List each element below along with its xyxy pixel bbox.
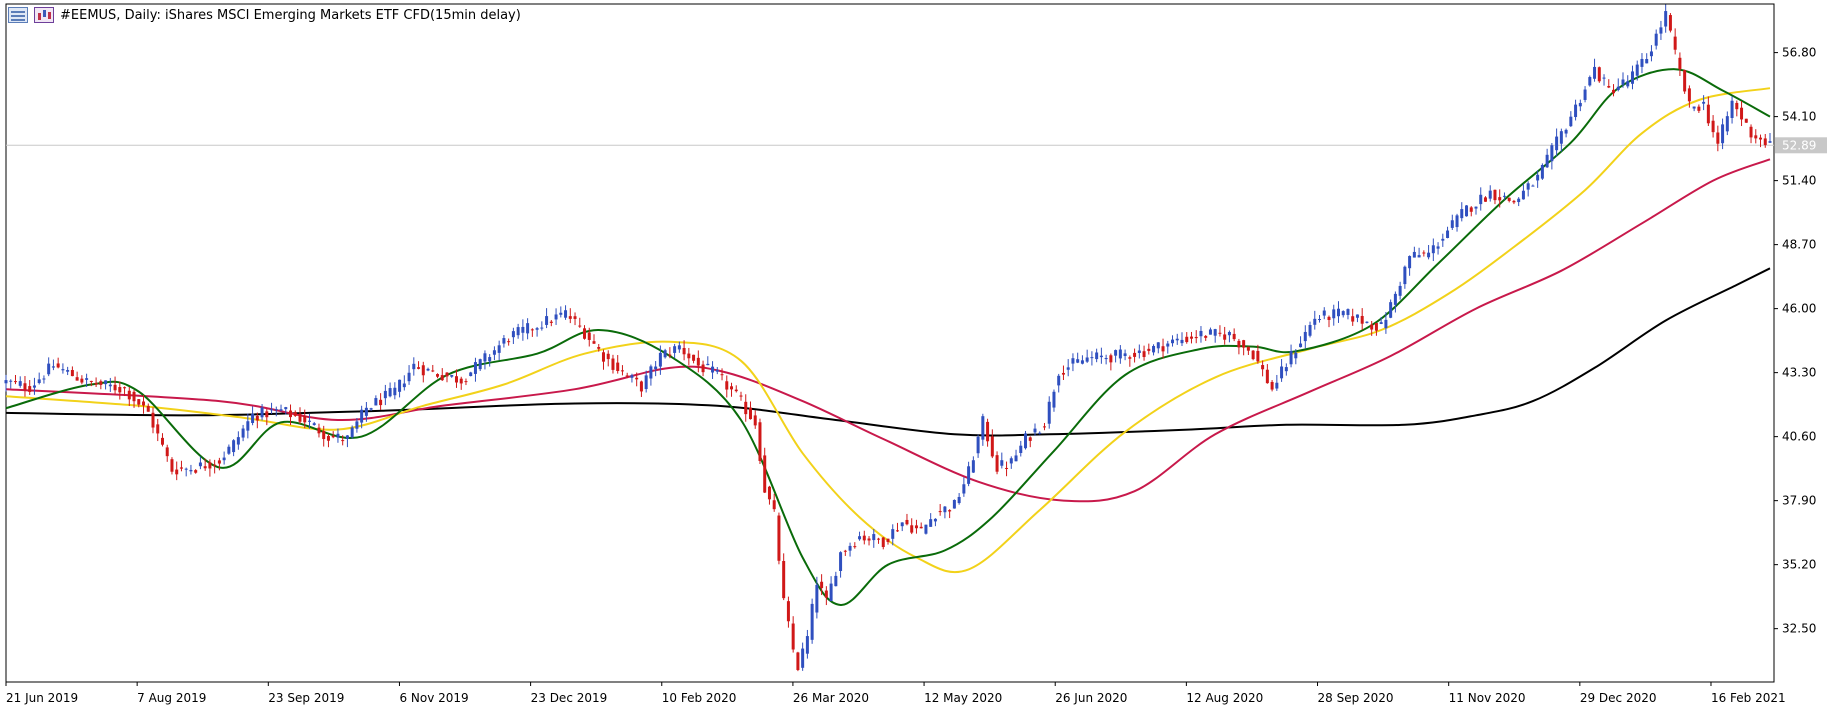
x-tick-label: 23 Dec 2019: [531, 691, 608, 705]
candle: [1744, 118, 1748, 123]
x-tick-label: 7 Aug 2019: [137, 691, 206, 705]
y-tick-label: 51.40: [1782, 174, 1816, 188]
x-tick-label: 23 Sep 2019: [268, 691, 344, 705]
candle: [758, 418, 762, 464]
candle: [350, 425, 354, 439]
candle: [469, 371, 473, 377]
x-tick-label: 11 Nov 2020: [1449, 691, 1526, 705]
x-tick-label: 28 Sep 2020: [1318, 691, 1394, 705]
y-tick-label: 54.10: [1782, 110, 1816, 124]
chart-icon[interactable]: [34, 7, 54, 23]
x-tick-label: 29 Dec 2020: [1580, 691, 1657, 705]
candle: [777, 512, 781, 565]
x-tick-label: 26 Jun 2020: [1055, 691, 1127, 705]
y-tick-label: 35.20: [1782, 558, 1816, 572]
candle: [1683, 69, 1687, 94]
candle: [1588, 75, 1592, 87]
y-tick-label: 56.80: [1782, 46, 1816, 60]
x-tick-label: 10 Feb 2020: [662, 691, 737, 705]
x-tick-label: 6 Nov 2019: [399, 691, 468, 705]
y-tick-label: 43.30: [1782, 366, 1816, 380]
table-icon[interactable]: [8, 7, 28, 23]
x-tick-label: 21 Jun 2019: [6, 691, 78, 705]
x-tick-label: 12 Aug 2020: [1186, 691, 1263, 705]
x-tick-label: 16 Feb 2021: [1711, 691, 1786, 705]
y-tick-label: 46.00: [1782, 302, 1816, 316]
candle: [952, 499, 956, 509]
candle: [796, 651, 800, 672]
candle: [1389, 299, 1393, 319]
x-tick-label: 26 Mar 2020: [793, 691, 869, 705]
y-tick-label: 32.50: [1782, 622, 1816, 636]
candle: [1540, 163, 1544, 180]
candle: [1251, 350, 1255, 361]
candle: [1024, 430, 1028, 450]
chart-title: #EEMUS, Daily: iShares MSCI Emerging Mar…: [60, 7, 521, 23]
y-tick-label: 48.70: [1782, 238, 1816, 252]
candle: [1465, 205, 1469, 217]
chart-header: #EEMUS, Daily: iShares MSCI Emerging Mar…: [8, 6, 521, 24]
y-tick-label: 40.60: [1782, 430, 1816, 444]
candle: [810, 598, 814, 644]
current-price-label: 52.89: [1782, 138, 1816, 152]
chart-window: #EEMUS, Daily: iShares MSCI Emerging Mar…: [0, 0, 1829, 716]
candle: [1597, 66, 1601, 83]
x-tick-label: 12 May 2020: [924, 691, 1002, 705]
candle: [1668, 13, 1672, 33]
price-chart[interactable]: 56.80 54.10 51.40 48.70 46.00 43.30 40.60 37.90…: [0, 0, 1829, 716]
candle: [924, 524, 928, 535]
candle: [663, 348, 667, 359]
y-tick-label: 37.90: [1782, 494, 1816, 508]
